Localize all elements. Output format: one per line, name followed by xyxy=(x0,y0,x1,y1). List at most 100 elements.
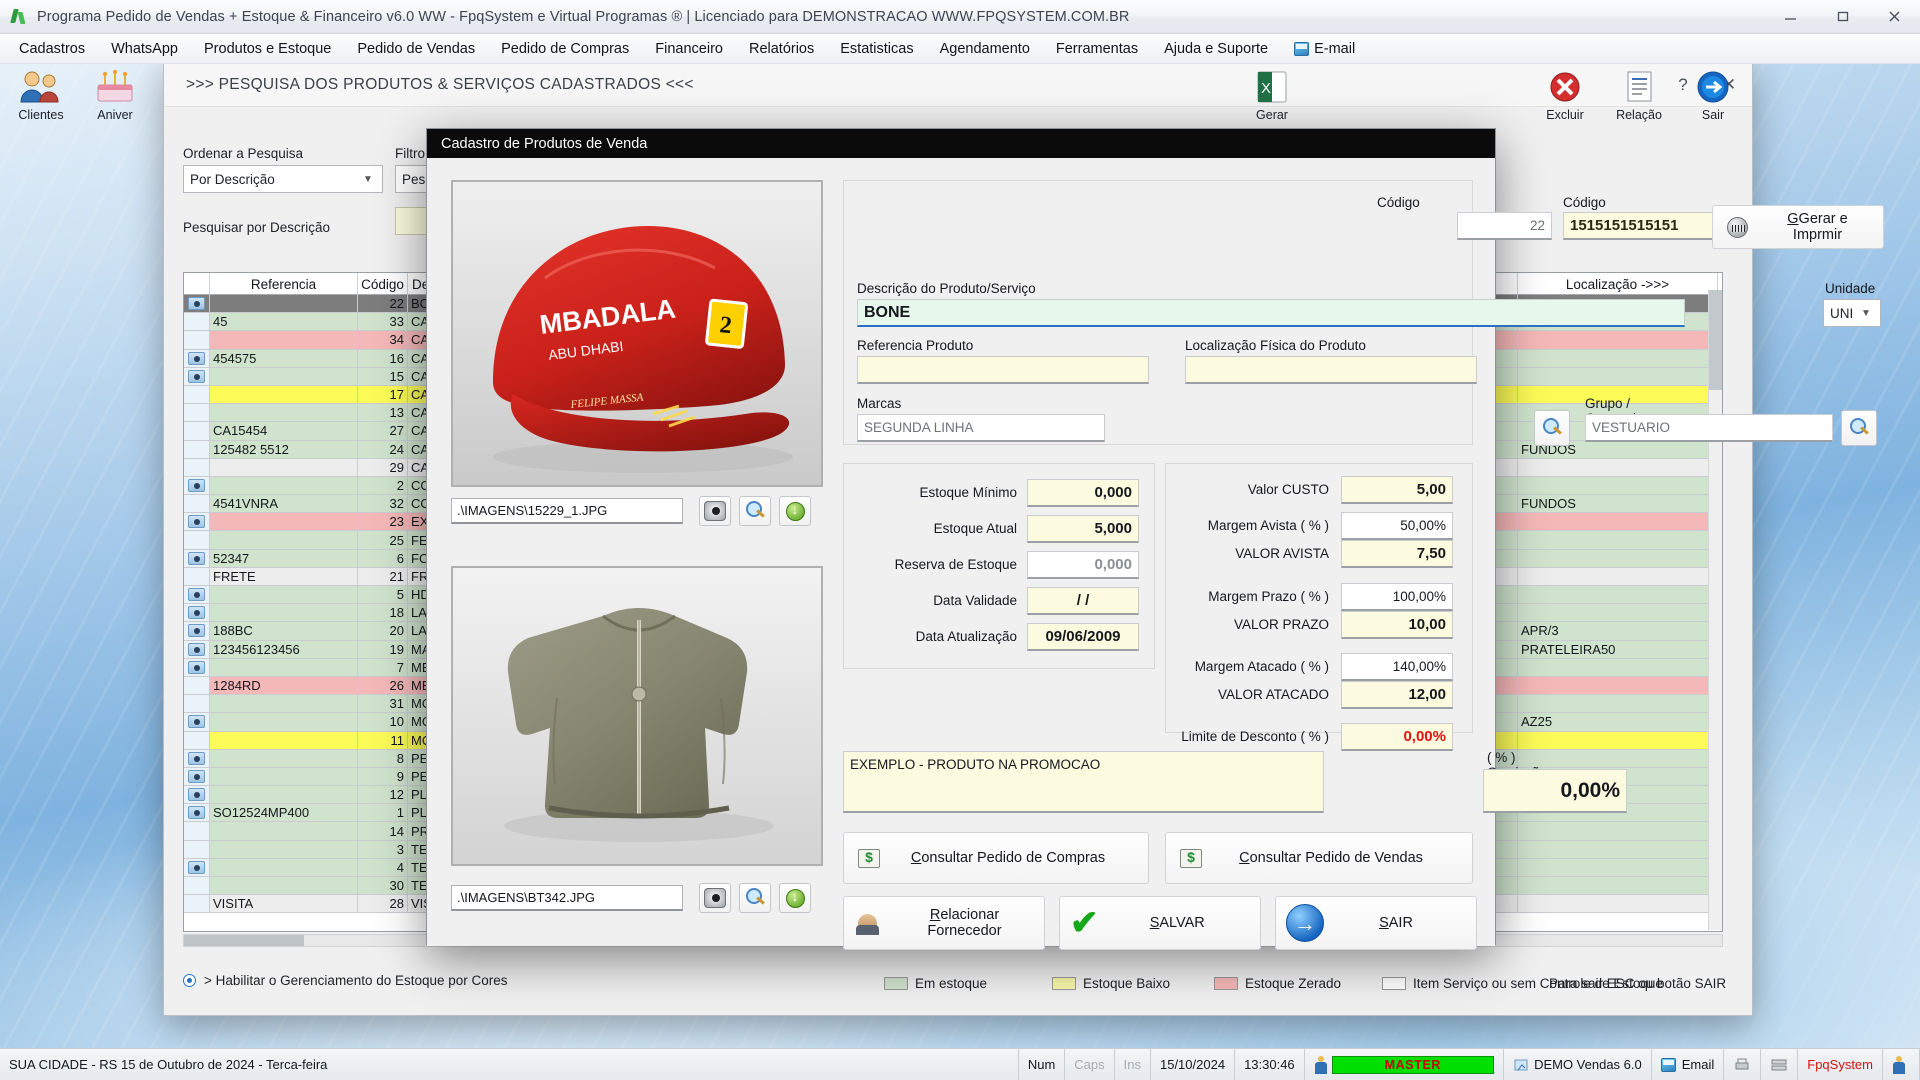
cell-localizacao xyxy=(1518,331,1718,348)
menu-relatorios[interactable]: Relatórios xyxy=(736,37,827,61)
camera-icon xyxy=(188,624,205,637)
group-search-button[interactable] xyxy=(1841,410,1877,446)
price-value[interactable]: 10,00 xyxy=(1341,611,1453,639)
menu-financeiro[interactable]: Financeiro xyxy=(642,37,736,61)
maximize-icon[interactable] xyxy=(1816,0,1868,34)
codigo-input[interactable]: 22 xyxy=(1457,212,1552,240)
menu-bar: Cadastros WhatsApp Produtos e Estoque Pe… xyxy=(0,34,1920,64)
vertical-scrollbar[interactable] xyxy=(1708,290,1722,930)
menu-estatisticas[interactable]: Estatisticas xyxy=(827,37,926,61)
row-photo-indicator xyxy=(184,895,210,912)
radio-enable-colors[interactable] xyxy=(183,974,196,987)
unit-select[interactable]: UNI ▼ xyxy=(1823,299,1881,327)
exit-button[interactable]: SAIR xyxy=(1275,896,1477,950)
product-image-primary[interactable]: MBADALA ABU DHABI 2 FELIPE MASSA xyxy=(451,180,823,487)
cell-referencia: 1284RD xyxy=(210,677,358,694)
cell-localizacao xyxy=(1518,822,1718,839)
scroll-thumb[interactable] xyxy=(184,935,304,946)
status-user-icon-cell[interactable] xyxy=(1883,1049,1920,1080)
cell-referencia: CA15454 xyxy=(210,422,358,439)
status-demo-cell[interactable]: DEMO Vendas 6.0 xyxy=(1504,1049,1652,1080)
image1-path-input[interactable]: .\IMAGENS\15229_1.JPG xyxy=(451,498,683,524)
barcode-input[interactable]: 1515151515151 xyxy=(1563,212,1725,240)
cell-referencia: FRETE xyxy=(210,568,358,585)
brand-search-button[interactable] xyxy=(1534,410,1570,446)
stock-value[interactable]: 09/06/2009 xyxy=(1027,623,1139,651)
col-referencia[interactable]: Referencia xyxy=(210,273,358,295)
price-value[interactable]: 12,00 xyxy=(1341,681,1453,709)
toolbar-relacao[interactable]: Relação xyxy=(1602,66,1676,122)
menu-pedido-vendas[interactable]: Pedido de Vendas xyxy=(344,37,488,61)
stock-value[interactable]: / / xyxy=(1027,587,1139,615)
add-photo-button-2[interactable] xyxy=(779,883,811,913)
status-network-cell[interactable] xyxy=(1761,1049,1798,1080)
commission-input[interactable]: 0,00% xyxy=(1483,769,1627,813)
menu-whatsapp[interactable]: WhatsApp xyxy=(98,37,191,61)
menu-agendamento[interactable]: Agendamento xyxy=(927,37,1043,61)
legend-swatch-icon xyxy=(1052,977,1076,990)
consult-purchase-button[interactable]: Consultar Pedido de Compras xyxy=(843,832,1149,884)
description-input[interactable]: BONE xyxy=(857,299,1685,327)
price-value[interactable]: 100,00% xyxy=(1341,583,1453,611)
toolbar-excluir[interactable]: Excluir xyxy=(1528,66,1602,122)
status-email-cell[interactable]: Email xyxy=(1652,1049,1725,1080)
image2-path-input[interactable]: .\IMAGENS\BT342.JPG xyxy=(451,885,683,911)
cell-referencia xyxy=(210,404,358,421)
price-value[interactable]: 5,00 xyxy=(1341,476,1453,504)
status-printer-cell[interactable] xyxy=(1724,1049,1761,1080)
cell-localizacao xyxy=(1518,895,1718,912)
stock-value[interactable]: 0,000 xyxy=(1027,551,1139,579)
generate-print-button[interactable]: GGerar e Imprmir xyxy=(1712,205,1884,249)
menu-cadastros[interactable]: Cadastros xyxy=(6,37,98,61)
toolbar-clientes[interactable]: Clientes xyxy=(4,66,78,122)
delete-icon xyxy=(1528,66,1602,108)
scroll-thumb[interactable] xyxy=(1709,290,1722,390)
brand-input[interactable]: SEGUNDA LINHA xyxy=(857,414,1105,442)
product-ref-input[interactable] xyxy=(857,356,1149,384)
physical-loc-input[interactable] xyxy=(1185,356,1477,384)
legend-swatch-icon xyxy=(884,977,908,990)
save-button[interactable]: ✔ SALVAR xyxy=(1059,896,1261,950)
product-image-secondary[interactable] xyxy=(451,566,823,866)
cell-referencia: 45 xyxy=(210,313,358,330)
menu-pedido-compras[interactable]: Pedido de Compras xyxy=(488,37,642,61)
toolbar-gerar[interactable]: X Gerar xyxy=(1235,66,1309,122)
price-value[interactable]: 7,50 xyxy=(1341,540,1453,568)
price-value[interactable]: 0,00% xyxy=(1341,723,1453,751)
minimize-icon[interactable] xyxy=(1764,0,1816,34)
cell-localizacao xyxy=(1518,659,1718,676)
price-value[interactable]: 50,00% xyxy=(1341,512,1453,540)
capture-photo-button-2[interactable] xyxy=(699,883,731,913)
stock-value[interactable]: 0,000 xyxy=(1027,479,1139,507)
cell-localizacao xyxy=(1518,604,1718,621)
toolbar-sair[interactable]: Sair xyxy=(1676,66,1750,122)
browse-photo-button-1[interactable] xyxy=(739,496,771,526)
color-management-toggle[interactable]: > Habilitar o Gerenciamento do Estoque p… xyxy=(183,973,508,988)
close-icon[interactable] xyxy=(1868,0,1920,34)
menu-ajuda-suporte[interactable]: Ajuda e Suporte xyxy=(1151,37,1281,61)
notes-textarea[interactable]: EXEMPLO - PRODUTO NA PROMOCAO xyxy=(843,751,1324,813)
svg-text:X: X xyxy=(1261,80,1271,97)
toolbar-aniver[interactable]: Aniver xyxy=(78,66,152,122)
menu-email[interactable]: E-mail xyxy=(1281,37,1368,61)
cell-codigo: 13 xyxy=(358,404,408,421)
row-photo-indicator xyxy=(184,641,210,658)
cell-referencia: 123456123456 xyxy=(210,641,358,658)
application-window: Programa Pedido de Vendas + Estoque & Fi… xyxy=(0,0,1920,1080)
stock-value[interactable]: 5,000 xyxy=(1027,515,1139,543)
menu-produtos-estoque[interactable]: Produtos e Estoque xyxy=(191,37,344,61)
capture-photo-button-1[interactable] xyxy=(699,496,731,526)
price-value[interactable]: 140,00% xyxy=(1341,653,1453,681)
menu-ferramentas[interactable]: Ferramentas xyxy=(1043,37,1151,61)
group-input[interactable]: VESTUARIO xyxy=(1585,414,1833,442)
col-codigo[interactable]: Código xyxy=(358,273,408,295)
col-localizacao[interactable]: Localização ->>> xyxy=(1518,273,1718,295)
relate-supplier-button[interactable]: Relacionar Fornecedor xyxy=(843,896,1045,950)
add-photo-button-1[interactable] xyxy=(779,496,811,526)
cell-referencia xyxy=(210,768,358,785)
order-select[interactable]: Por Descrição ▼ xyxy=(183,165,383,193)
row-photo-indicator xyxy=(184,295,210,312)
consult-sales-button[interactable]: Consultar Pedido de Vendas xyxy=(1165,832,1473,884)
browse-photo-button-2[interactable] xyxy=(739,883,771,913)
cell-codigo: 7 xyxy=(358,659,408,676)
